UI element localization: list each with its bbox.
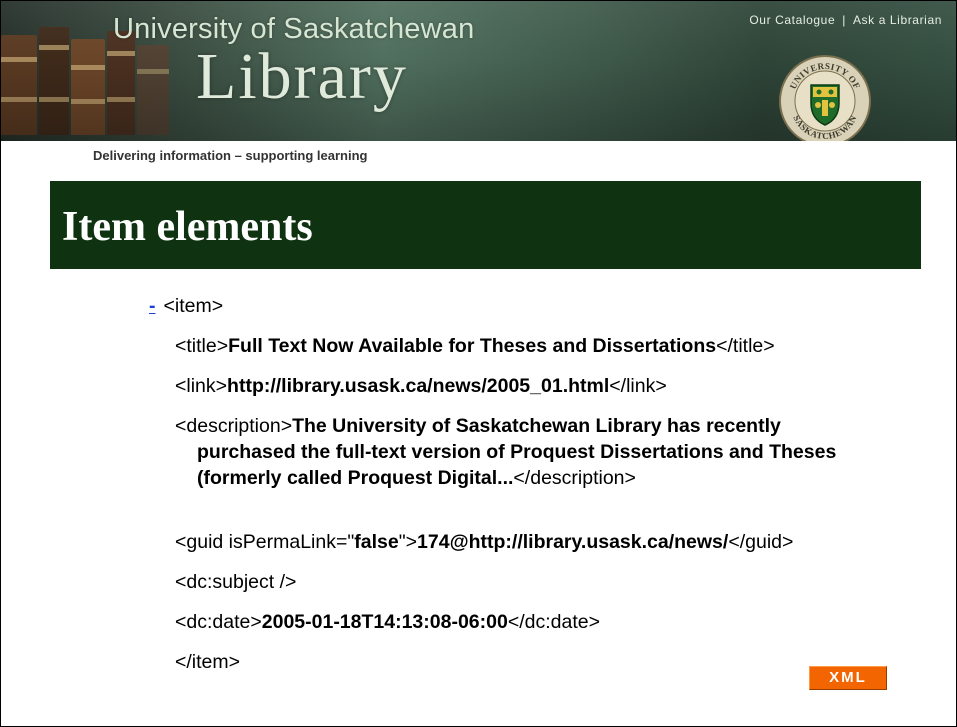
- collapse-toggle[interactable]: -: [149, 295, 156, 317]
- library-tagline: Delivering information – supporting lear…: [93, 148, 368, 163]
- link-close-tag: </link>: [609, 375, 667, 397]
- guid-open-tag: <guid isPermaLink=": [175, 531, 355, 553]
- our-catalogue-link[interactable]: Our Catalogue: [749, 13, 835, 27]
- description-open-tag: <description>: [175, 415, 293, 437]
- university-seal-icon: UNIVERSITY OF SASKATCHEWAN: [779, 55, 871, 141]
- xml-feed-badge[interactable]: XML: [809, 666, 887, 690]
- title-close-tag: </title>: [716, 335, 775, 357]
- guid-permalink-value: false: [354, 531, 399, 553]
- description-value-line3: (formerly called Proquest Digital...: [197, 467, 514, 489]
- date-close-tag: </dc:date>: [507, 611, 601, 633]
- link-open-tag: <link>: [175, 375, 228, 397]
- link-element-line: <link>http://library.usask.ca/news/2005_…: [175, 373, 667, 399]
- description-value-line1: The University of Saskatchewan Library h…: [292, 415, 781, 437]
- title-element-line: <title>Full Text Now Available for These…: [175, 333, 775, 359]
- date-element-line: <dc:date>2005-01-18T14:13:08-06:00</dc:d…: [175, 609, 600, 635]
- slide-title: Item elements: [62, 204, 313, 250]
- description-value-line2: purchased the full-text version of Proqu…: [197, 441, 837, 463]
- guid-element-line: <guid isPermaLink="false">174@http://lib…: [175, 529, 793, 555]
- library-banner: University of Saskatchewan Library Our C…: [1, 1, 956, 141]
- slide: University of Saskatchewan Library Our C…: [0, 0, 957, 727]
- guid-value: 174@http://library.usask.ca/news/: [417, 531, 729, 553]
- description-close-tag: </description>: [513, 467, 636, 489]
- guid-close-tag: </guid>: [728, 531, 794, 553]
- top-links: Our Catalogue | Ask a Librarian: [749, 13, 942, 27]
- date-value: 2005-01-18T14:13:08-06:00: [261, 611, 508, 633]
- date-open-tag: <dc:date>: [175, 611, 262, 633]
- link-separator: |: [842, 13, 846, 27]
- library-wordmark: Library: [196, 40, 408, 113]
- subject-element-line: <dc:subject />: [175, 571, 297, 593]
- title-value: Full Text Now Available for Theses and D…: [228, 335, 717, 357]
- item-close-line: </item>: [175, 651, 241, 673]
- guid-open-tag-end: ">: [398, 531, 418, 553]
- item-open-line: - <item>: [149, 293, 223, 319]
- description-element: <description>The University of Saskatche…: [175, 413, 895, 491]
- slide-title-bar: Item elements: [50, 181, 921, 269]
- title-open-tag: <title>: [175, 335, 229, 357]
- ask-a-librarian-link[interactable]: Ask a Librarian: [853, 13, 942, 27]
- item-open-tag: <item>: [163, 295, 224, 317]
- link-value: http://library.usask.ca/news/2005_01.htm…: [227, 375, 610, 397]
